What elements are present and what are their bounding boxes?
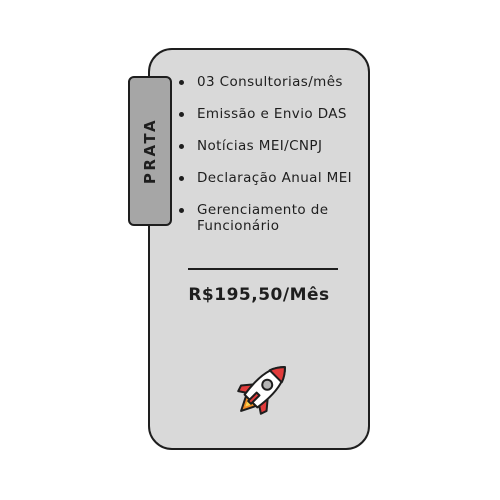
feature-text: 03 Consultorias/mês: [197, 74, 343, 90]
feature-item: Gerenciamento de Funcionário: [178, 202, 368, 234]
bullet-icon: [179, 144, 184, 149]
feature-text: Declaração Anual MEI: [197, 170, 353, 186]
feature-text: Emissão e Envio DAS: [197, 106, 347, 122]
feature-list: 03 Consultorias/mês Emissão e Envio DAS …: [178, 74, 368, 250]
feature-text: Notícias MEI/CNPJ: [197, 138, 323, 154]
pricing-stage: PRATA 03 Consultorias/mês Emissão e Envi…: [0, 0, 500, 500]
tier-label: PRATA: [141, 117, 160, 185]
feature-item: Emissão e Envio DAS: [178, 106, 368, 122]
price-label: R$195,50/Mês: [188, 285, 330, 305]
feature-item: Notícias MEI/CNPJ: [178, 138, 368, 154]
bullet-icon: [179, 112, 184, 117]
bullet-icon: [179, 208, 184, 213]
bullet-icon: [179, 80, 184, 85]
feature-item: 03 Consultorias/mês: [178, 74, 368, 90]
bullet-icon: [179, 176, 184, 181]
feature-item: Declaração Anual MEI: [178, 170, 368, 186]
rocket-icon: [237, 366, 286, 415]
divider: [188, 268, 338, 270]
feature-text: Gerenciamento de Funcionário: [197, 202, 329, 234]
tier-tag: PRATA: [128, 76, 172, 226]
